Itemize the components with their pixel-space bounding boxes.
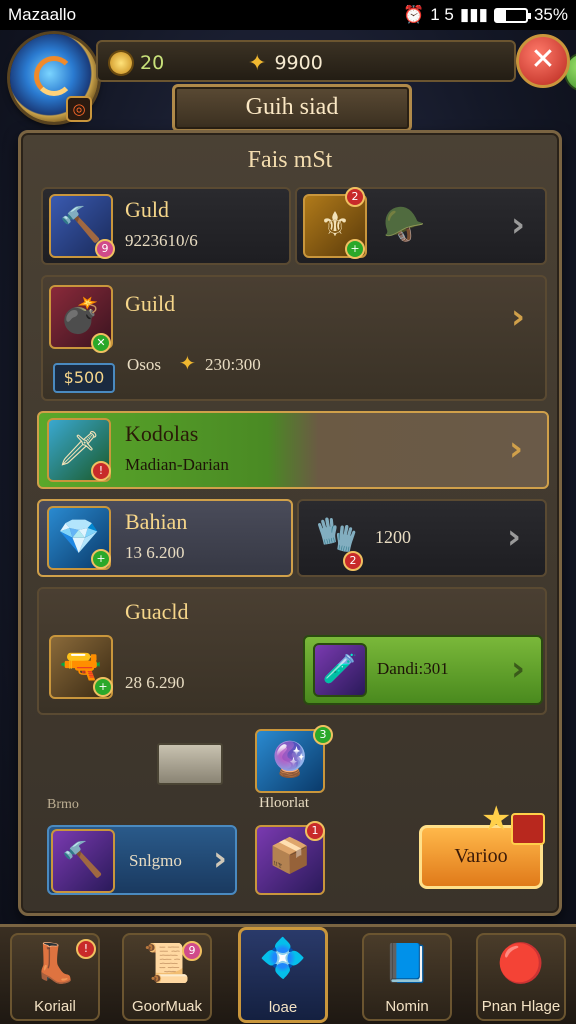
row3-name: Kodolas [125,421,199,446]
close-button[interactable]: ✕ [516,34,570,88]
nav-item-koriail[interactable]: 👢 ! Koriail [10,933,100,1021]
orb-badge-icon: 3 [313,725,333,745]
green-badge-icon: + [345,239,365,259]
row4-chevron-icon[interactable]: › [507,517,521,557]
battery-percent: 35% [533,5,568,24]
mail-envelope-icon[interactable] [157,743,223,785]
bottom-item-label: Hloorlat [259,795,309,811]
row1-chevron-icon[interactable]: › [511,205,525,245]
nav-item-pnan-hlage[interactable]: 🔴 Pnan Hlage [476,933,566,1021]
row5-button-label: Dandi:301 [377,659,449,678]
nav-badge-2-icon: 9 [182,941,202,961]
row1-value: 9223610/6 [125,231,198,250]
row3-badge-icon: ! [91,461,111,481]
gem-count: 20 [140,52,165,74]
nav-item-goormuak[interactable]: 📜 9 GoorMuak [122,933,212,1021]
row1-name: Guld [125,197,169,222]
status-bar: Mazaallo ⏰ 1 5 ▮▮▮ 35% [0,0,576,30]
row5-chevron-icon: › [511,649,526,689]
row2-chevron-icon[interactable]: › [511,297,525,337]
sparkle-star-icon: ★ [481,799,512,839]
fire-orb-icon: 🔴 [497,941,545,985]
nav-badge-1-icon: ! [76,939,96,959]
orange-button-label: Varioo [454,845,508,867]
row1-right-card[interactable]: ⚜ 2 + 🪖 › [295,187,547,265]
nav-item-loae[interactable]: 💠 loae [238,927,328,1023]
row3-sub: Madian-Darian [125,455,229,474]
price-tag: $500 [53,363,115,393]
row5-green-button[interactable]: 🧪 Dandi:301 › [303,635,543,705]
guild-panel: Fais mSt 🔨 9 Guld 9223610/6 ⚜ 2 + 🪖 › 💣 … [18,130,562,916]
gold-count: 9900 [274,52,323,74]
portal-swirl-icon [34,56,74,96]
nav-label-1: Koriail [34,998,76,1015]
row2-badge-icon: ✕ [91,333,111,353]
row2-name: Guild [125,291,176,316]
blue-plus-gem-icon: 💠 [259,936,307,980]
gold-star-icon: ✦ [248,50,267,76]
carrier-label: Mazaallo [8,5,77,24]
gold-counter: ✦ 9900 [248,42,323,84]
bottom-small-label: Brmo [47,797,79,812]
gold-helmet-icon: 🪖 [383,205,426,245]
row5-card: Guacld 🔫 + 28 6.290 🧪 Dandi:301 › [37,587,547,715]
player-avatar[interactable]: ◎ [10,34,98,122]
page-title: Guih siad [172,84,412,132]
row5-badge-icon: + [93,677,113,697]
row5-name: Guacld [125,599,189,624]
gem-counter: 20 [110,42,164,84]
row3-chevron-icon[interactable]: › [509,429,523,469]
red-badge-icon: 2 [345,187,365,207]
panel-title: Fais mSt [247,147,333,173]
alarm-icon: ⏰ [403,5,425,24]
blue-button[interactable]: 🔨 Snlgmo › [47,825,237,895]
nav-label-3: loae [268,999,298,1016]
blue-button-label: Snlgmo [129,851,182,870]
nav-label-5: Pnan Hlage [481,998,561,1015]
blue-button-chevron-icon: › [213,839,228,879]
row1-left-card[interactable]: 🔨 9 Guld 9223610/6 [41,187,291,265]
row4-left-card[interactable]: 💎 + Bahian 13 6.200 [37,499,293,577]
row2-star-icon: ✦ [179,351,196,375]
nav-label-2: GoorMuak [131,998,203,1015]
row2-desc: Osos [127,355,162,374]
row4-right-value: 1200 [375,527,411,547]
row2-cost: 230:300 [205,355,261,374]
battery-icon [493,7,531,23]
row5-value: 28 6.290 [125,673,185,692]
row4-right-card[interactable]: 🧤 2 1200 › [297,499,547,577]
nav-item-nomin[interactable]: 📘 Nomin [362,933,452,1021]
blue-book-icon: 📘 [383,941,431,985]
bottom-nav: 👢 ! Koriail 📜 9 GoorMuak 💠 loae 📘 Nomin … [0,924,576,1024]
purple-hammer-icon: 🔨 [51,829,115,893]
row4-name: Bahian [125,509,188,534]
level-badge-icon: ◎ [66,96,92,122]
row4-badge-icon: + [91,549,111,569]
row4-red-badge-icon: 2 [343,551,363,571]
status-time: 1 5 [430,5,454,24]
signal-icon: ▮▮▮ [459,5,488,24]
gem-icon [110,52,132,74]
red-flag-icon [511,813,545,845]
row4-value: 13 6.200 [125,543,185,562]
row3-card[interactable]: 🗡 ! Kodolas Madian-Darian › [37,411,549,489]
row2-card[interactable]: 💣 ✕ $500 Guild Osos ✦ 230:300 › [41,275,547,401]
status-right: ⏰ 1 5 ▮▮▮ 35% [403,5,568,25]
header: ◎ 20 ✦ 9900 ❦ ✕ Guih siad [0,30,576,132]
chest-badge-icon: 1 [305,821,325,841]
resource-bar: 20 ✦ 9900 ❦ [96,40,576,92]
purple-badge-icon: 9 [95,239,115,259]
nav-label-4: Nomin [385,998,429,1015]
purple-potion-icon: 🧪 [313,643,367,697]
